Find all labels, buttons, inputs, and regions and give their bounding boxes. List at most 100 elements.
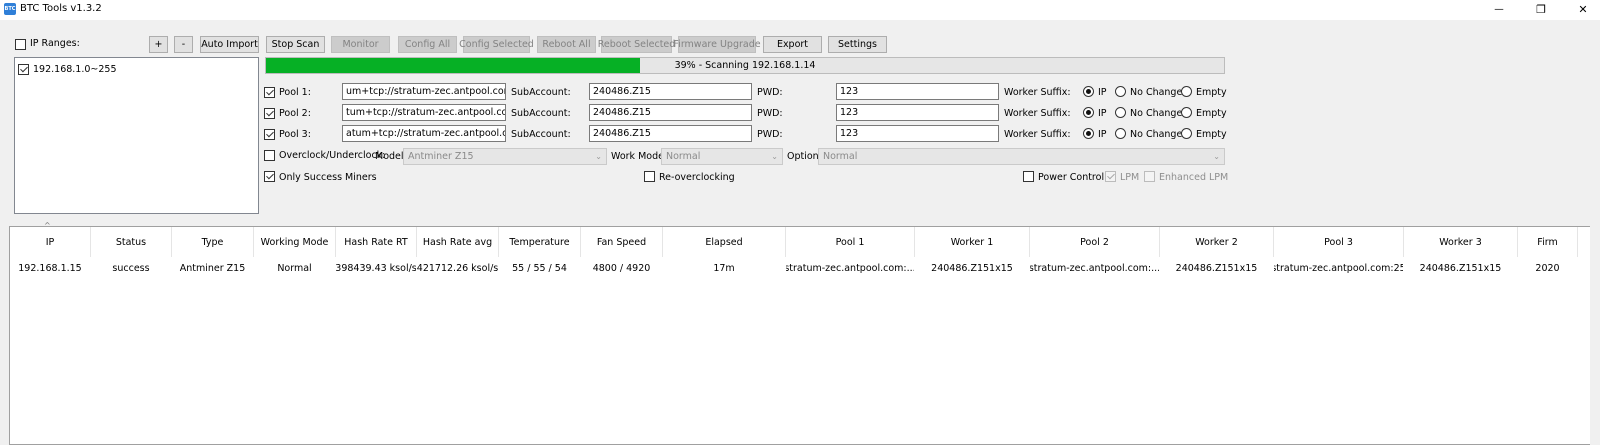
chevron-down-icon: ⌄ xyxy=(595,152,602,161)
pool-1-suffix-nochange-label: No Change xyxy=(1130,87,1183,98)
pool-2-suffix-empty-radio[interactable] xyxy=(1181,107,1192,118)
column-header[interactable]: Status xyxy=(91,227,172,257)
pool-2-url-input[interactable]: tum+tcp://stratum-zec.antpool.com:443 xyxy=(342,104,506,121)
column-header[interactable]: Pool 3 xyxy=(1274,227,1404,257)
ip-range-list[interactable]: 192.168.1.0~255 xyxy=(14,57,259,214)
column-header[interactable]: Worker 2 xyxy=(1160,227,1274,257)
column-header[interactable]: IP xyxy=(10,227,91,257)
restore-button[interactable]: ❐ xyxy=(1526,1,1556,18)
firmware-upgrade-button[interactable]: Firmware Upgrade xyxy=(673,36,761,53)
model-select[interactable]: Antminer Z15 ⌄ xyxy=(403,148,607,165)
pool-2-pwd-input[interactable]: 123 xyxy=(836,104,999,121)
power-control-checkbox[interactable] xyxy=(1023,171,1034,182)
config-all-button[interactable]: Config All xyxy=(398,36,457,53)
pool-1-checkbox[interactable] xyxy=(264,87,275,98)
enhanced-lpm-checkbox[interactable] xyxy=(1144,171,1155,182)
column-header[interactable]: Pool 2 xyxy=(1030,227,1160,257)
work-mode-value: Normal xyxy=(666,151,701,162)
minimize-icon: — xyxy=(1494,4,1504,15)
table-cell: 240486.Z151x15 xyxy=(931,262,1013,274)
pool-3-url-input[interactable]: atum+tcp://stratum-zec.antpool.com:25 xyxy=(342,125,506,142)
work-mode-select[interactable]: Normal ⌄ xyxy=(661,148,783,165)
pool-3-checkbox[interactable] xyxy=(264,129,275,140)
column-header[interactable]: Working Mode xyxy=(254,227,336,257)
remove-ip-range-button[interactable]: - xyxy=(174,36,193,53)
settings-button[interactable]: Settings xyxy=(828,36,887,53)
pool-1-suffix-nochange-radio[interactable] xyxy=(1115,86,1126,97)
table-row[interactable]: 192.168.1.15 success Antminer Z15 Normal 398… xyxy=(10,257,1578,279)
option-value: Normal xyxy=(823,151,858,162)
ip-ranges-label: IP Ranges: xyxy=(30,38,80,49)
close-button[interactable]: ✕ xyxy=(1568,1,1598,18)
pool-3-suffix-ip-radio[interactable] xyxy=(1083,128,1094,139)
table-cell: 240486.Z151x15 xyxy=(1175,262,1258,274)
column-header[interactable]: Type xyxy=(172,227,254,257)
progress-text: 39% - Scanning 192.168.1.14 xyxy=(674,60,816,71)
column-header[interactable]: Worker 3 xyxy=(1404,227,1518,257)
pool-1-pwd-input[interactable]: 123 xyxy=(836,83,999,100)
monitor-button[interactable]: Monitor xyxy=(331,36,390,53)
table-cell: stratum-zec.antpool.com:25 xyxy=(1274,262,1404,274)
column-header[interactable]: Worker 1 xyxy=(915,227,1030,257)
option-select[interactable]: Normal ⌄ xyxy=(818,148,1225,165)
table-cell: 2020 xyxy=(1535,262,1560,274)
ip-range-item-label[interactable]: 192.168.1.0~255 xyxy=(33,64,117,75)
overclock-checkbox[interactable] xyxy=(264,150,275,161)
column-header[interactable]: Firm xyxy=(1518,227,1578,257)
pool-3-label: Pool 3: xyxy=(279,129,311,140)
pool-2-suffix-nochange-radio[interactable] xyxy=(1115,107,1126,118)
pool-1-suffix-empty-radio[interactable] xyxy=(1181,86,1192,97)
pool-3-pwd-input[interactable]: 123 xyxy=(836,125,999,142)
pool-3-suffix-empty-radio[interactable] xyxy=(1181,128,1192,139)
ip-ranges-checkbox[interactable] xyxy=(15,39,26,50)
column-header[interactable]: Elapsed xyxy=(663,227,786,257)
pool-3-suffix-ip-label: IP xyxy=(1098,129,1107,140)
scan-progress-bar: 39% - Scanning 192.168.1.14 xyxy=(265,57,1225,74)
pool-2-checkbox[interactable] xyxy=(264,108,275,119)
pool-2-suffix-ip-label: IP xyxy=(1098,108,1107,119)
pool-1-suffix-ip-radio[interactable] xyxy=(1083,86,1094,97)
reboot-selected-button[interactable]: Reboot Selected xyxy=(598,36,675,53)
miner-table[interactable]: IP Status Type Working Mode Hash Rate RT Hash… xyxy=(9,226,1600,445)
auto-import-button[interactable]: Auto Import xyxy=(200,36,259,53)
table-cell: 240486.Z151x15 xyxy=(1419,262,1502,274)
pool-1-subaccount-input[interactable]: 240486.Z15 xyxy=(589,83,752,100)
ip-range-item-checkbox[interactable] xyxy=(18,64,29,75)
table-cell: stratum-zec.antpool.com:... xyxy=(786,262,915,274)
re-overclocking-label: Re-overclocking xyxy=(659,172,735,183)
window-title: BTC Tools v1.3.2 xyxy=(20,3,102,14)
column-header[interactable]: Hash Rate RT xyxy=(336,227,417,257)
only-success-checkbox[interactable] xyxy=(264,171,275,182)
lpm-label: LPM xyxy=(1120,172,1140,183)
column-header[interactable]: Hash Rate avg xyxy=(417,227,499,257)
table-header: IP Status Type Working Mode Hash Rate RT Hash… xyxy=(10,227,1578,257)
column-header[interactable]: Fan Speed xyxy=(581,227,663,257)
stop-scan-button[interactable]: Stop Scan xyxy=(266,36,325,53)
lpm-checkbox[interactable] xyxy=(1105,171,1116,182)
pool-2-worker-suffix-label: Worker Suffix: xyxy=(1004,108,1071,119)
table-cell: 55 / 55 / 54 xyxy=(512,262,567,274)
title-bar: BTC BTC Tools v1.3.2 — ❐ ✕ xyxy=(0,0,1600,20)
table-cell: Antminer Z15 xyxy=(179,262,246,274)
table-cell: stratum-zec.antpool.com:... xyxy=(1030,262,1160,274)
pool-2-subaccount-label: SubAccount: xyxy=(511,108,571,119)
pool-3-suffix-nochange-radio[interactable] xyxy=(1115,128,1126,139)
pool-3-pwd-label: PWD: xyxy=(757,129,783,140)
work-mode-label: Work Mode xyxy=(611,151,664,162)
config-selected-button[interactable]: Config Selected xyxy=(459,36,534,53)
export-button[interactable]: Export xyxy=(763,36,822,53)
column-header[interactable]: Pool 1 xyxy=(786,227,915,257)
vertical-scrollbar[interactable] xyxy=(1590,218,1600,445)
pool-2-subaccount-input[interactable]: 240486.Z15 xyxy=(589,104,752,121)
minimize-button[interactable]: — xyxy=(1484,1,1514,18)
re-overclocking-checkbox[interactable] xyxy=(644,171,655,182)
pool-2-suffix-ip-radio[interactable] xyxy=(1083,107,1094,118)
reboot-all-button[interactable]: Reboot All xyxy=(537,36,596,53)
add-ip-range-button[interactable]: + xyxy=(149,36,168,53)
column-header[interactable]: Temperature xyxy=(499,227,581,257)
pool-3-subaccount-input[interactable]: 240486.Z15 xyxy=(589,125,752,142)
pool-1-subaccount-label: SubAccount: xyxy=(511,87,571,98)
pool-2-suffix-empty-label: Empty xyxy=(1196,108,1227,119)
table-cell: 17m xyxy=(713,262,735,274)
pool-1-url-input[interactable]: um+tcp://stratum-zec.antpool.com:8899 xyxy=(342,83,506,100)
